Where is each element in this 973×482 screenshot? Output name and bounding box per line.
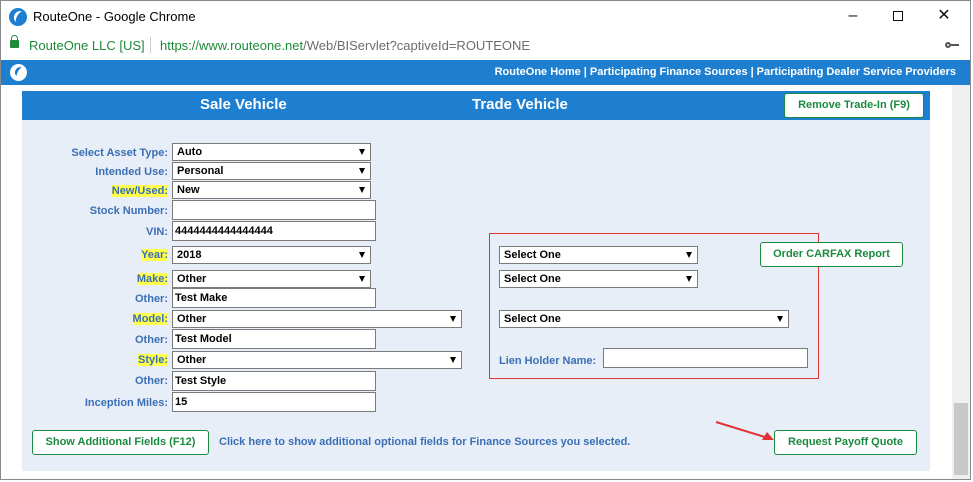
style-other-input[interactable]: Test Style xyxy=(172,371,376,391)
site-identity[interactable]: RouteOne LLC [US] xyxy=(29,38,145,53)
chevron-down-icon xyxy=(359,276,365,282)
make-other-label: Other: xyxy=(135,293,168,305)
chevron-down-icon xyxy=(777,316,783,322)
intended-use-select[interactable]: Personal xyxy=(172,162,371,180)
show-additional-fields-button[interactable]: Show Additional Fields (F12) xyxy=(32,430,209,455)
make-value: Other xyxy=(177,273,207,285)
address-divider xyxy=(150,37,151,53)
window-title: RouteOne - Google Chrome xyxy=(33,9,196,24)
make-label: Make: xyxy=(136,273,168,285)
lien-holder-label: Lien Holder Name: xyxy=(499,355,597,367)
url-scheme: https:// xyxy=(160,38,200,53)
asset-type-value: Auto xyxy=(177,146,203,158)
lien-holder-input[interactable] xyxy=(603,348,808,368)
additional-fields-link[interactable]: Click here to show additional optional f… xyxy=(219,436,630,448)
trade-select-1-value: Select One xyxy=(504,249,561,261)
site-logo-icon[interactable] xyxy=(10,64,27,81)
trade-select-3-value: Select One xyxy=(504,313,561,325)
vertical-scrollbar[interactable] xyxy=(952,85,970,479)
nav-participating-dealer-service-providers[interactable]: Participating Dealer Service Providers xyxy=(757,66,956,78)
title-bar: RouteOne - Google Chrome – ✕ xyxy=(1,1,970,33)
url-host: www.routeone.net xyxy=(199,38,304,53)
maximize-button[interactable] xyxy=(875,1,921,31)
request-payoff-quote-button[interactable]: Request Payoff Quote xyxy=(774,430,917,455)
tab-sale-vehicle[interactable]: Sale Vehicle xyxy=(200,96,287,113)
new-used-value: New xyxy=(177,184,200,196)
chevron-down-icon xyxy=(450,357,456,363)
year-select[interactable]: 2018 xyxy=(172,246,371,264)
model-value: Other xyxy=(177,313,207,325)
style-label-text: Style: xyxy=(138,354,168,366)
style-label: Style: xyxy=(138,354,168,366)
style-other-label: Other: xyxy=(135,375,168,387)
chevron-down-icon xyxy=(686,252,692,258)
model-select[interactable]: Other xyxy=(172,310,462,328)
maximize-icon xyxy=(893,10,903,21)
annotation-arrow-icon xyxy=(715,421,774,440)
site-nav: RouteOne Home | Participating Finance Sour… xyxy=(495,66,956,78)
tab-trade-vehicle[interactable]: Trade Vehicle xyxy=(472,96,568,113)
make-label-text: Make: xyxy=(136,273,168,285)
model-label-text: Model: xyxy=(132,313,168,325)
browser-window: RouteOne - Google Chrome – ✕ RouteOne LL… xyxy=(0,0,971,480)
panel-header: Sale Vehicle Trade Vehicle Remove Trade-… xyxy=(22,91,930,120)
trade-select-3[interactable]: Select One xyxy=(499,310,789,328)
url-text[interactable]: https://www.routeone.net/Web/BIServlet?c… xyxy=(160,38,530,53)
chevron-down-icon xyxy=(359,187,365,193)
stock-number-input[interactable] xyxy=(172,200,376,220)
nav-separator: | xyxy=(750,66,754,78)
model-label: Model: xyxy=(132,313,168,325)
year-label-text: Year: xyxy=(141,249,168,261)
stock-number-label: Stock Number: xyxy=(89,205,168,217)
nav-separator: | xyxy=(583,66,587,78)
page-content: Sale Vehicle Trade Vehicle Remove Trade-… xyxy=(1,85,953,479)
chevron-down-icon xyxy=(686,276,692,282)
new-used-select[interactable]: New xyxy=(172,181,371,199)
intended-use-label: Intended Use: xyxy=(95,166,168,178)
new-used-label: New/Used: xyxy=(111,185,168,197)
lock-icon xyxy=(10,35,19,48)
vehicle-panel: Sale Vehicle Trade Vehicle Remove Trade-… xyxy=(22,91,930,471)
style-select[interactable]: Other xyxy=(172,351,462,369)
routeone-logo-icon xyxy=(9,8,27,26)
remove-trade-in-button[interactable]: Remove Trade-In (F9) xyxy=(784,93,924,118)
chevron-down-icon xyxy=(359,149,365,155)
site-header: RouteOne Home | Participating Finance Sour… xyxy=(1,60,970,85)
inception-miles-input[interactable]: 15 xyxy=(172,392,376,412)
intended-use-value: Personal xyxy=(177,165,224,177)
vin-input[interactable]: 4444444444444444 xyxy=(172,221,376,241)
inception-miles-label: Inception Miles: xyxy=(84,397,168,409)
minimize-button[interactable]: – xyxy=(830,1,876,31)
chevron-down-icon xyxy=(359,252,365,258)
vin-label: VIN: xyxy=(146,226,168,238)
model-other-input[interactable]: Test Model xyxy=(172,329,376,349)
year-value: 2018 xyxy=(177,249,202,261)
chevron-down-icon xyxy=(450,316,456,322)
scrollbar-thumb[interactable] xyxy=(954,403,968,475)
address-bar[interactable]: RouteOne LLC [US] https://www.routeone.n… xyxy=(1,34,970,58)
trade-select-1[interactable]: Select One xyxy=(499,246,698,264)
close-button[interactable]: ✕ xyxy=(921,1,967,31)
url-path: /Web/BIServlet?captiveId=ROUTEONE xyxy=(303,38,531,53)
asset-type-select[interactable]: Auto xyxy=(172,143,371,161)
key-icon[interactable] xyxy=(945,40,959,50)
new-used-label-text: New/Used: xyxy=(111,185,168,197)
trade-select-2[interactable]: Select One xyxy=(499,270,698,288)
asset-type-label: Select Asset Type: xyxy=(71,147,168,159)
year-label: Year: xyxy=(141,249,168,261)
make-other-input[interactable]: Test Make xyxy=(172,288,376,308)
nav-participating-finance-sources[interactable]: Participating Finance Sources xyxy=(590,66,748,78)
order-carfax-button[interactable]: Order CARFAX Report xyxy=(760,242,903,267)
trade-select-2-value: Select One xyxy=(504,273,561,285)
make-select[interactable]: Other xyxy=(172,270,371,288)
nav-routeone-home[interactable]: RouteOne Home xyxy=(495,66,581,78)
model-other-label: Other: xyxy=(135,334,168,346)
chevron-down-icon xyxy=(359,168,365,174)
style-value: Other xyxy=(177,354,207,366)
